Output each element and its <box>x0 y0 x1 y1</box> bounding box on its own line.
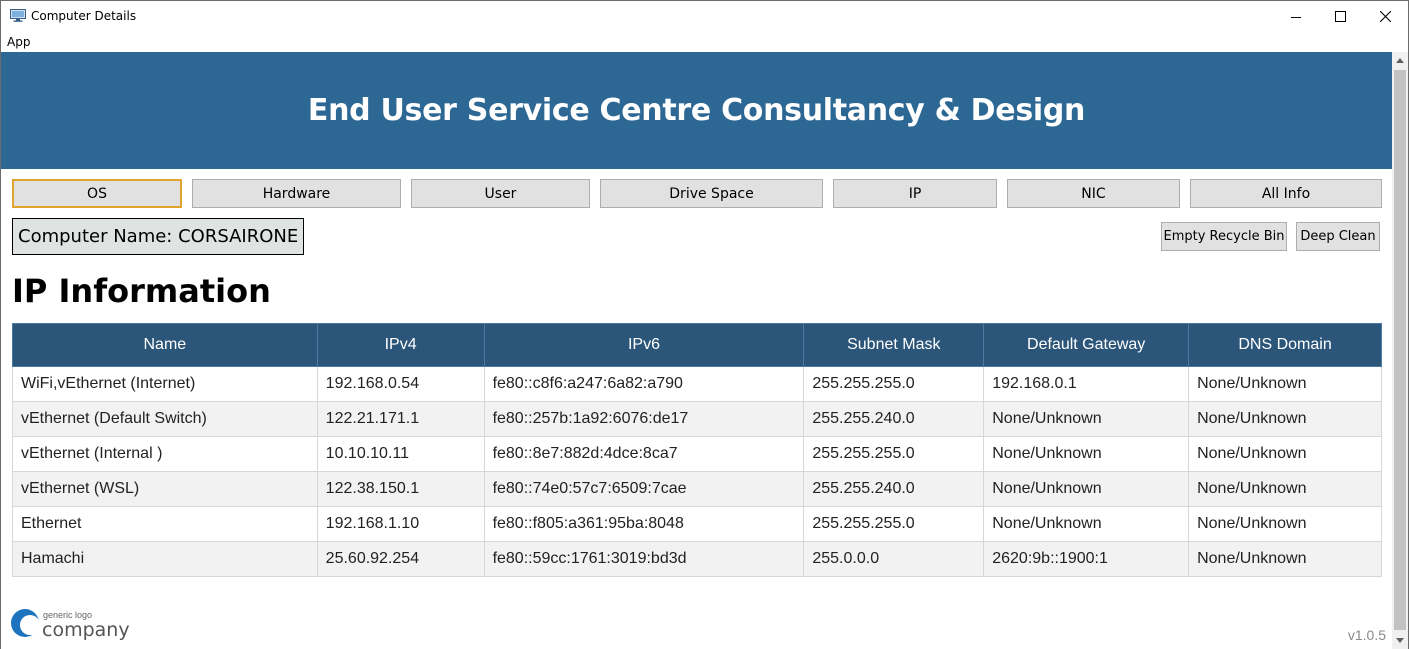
cell-subnet-mask: 255.255.240.0 <box>803 401 985 437</box>
tab-ip[interactable]: IP <box>833 179 997 208</box>
cell-ipv4: 122.21.171.1 <box>316 401 485 437</box>
minimize-button[interactable] <box>1273 1 1319 32</box>
window-title: Computer Details <box>31 9 137 23</box>
cell-ipv6: fe80::74e0:57c7:6509:7cae <box>483 471 805 507</box>
menu-bar: App <box>1 32 1408 52</box>
vertical-scrollbar[interactable] <box>1392 52 1408 649</box>
cell-dns-domain: None/Unknown <box>1188 506 1382 542</box>
header-banner: End User Service Centre Consultancy & De… <box>1 52 1392 169</box>
computer-app-icon <box>10 9 26 22</box>
title-bar[interactable]: Computer Details <box>1 1 1408 32</box>
column-header-dns-domain[interactable]: DNS Domain <box>1188 323 1382 367</box>
scroll-down-button[interactable] <box>1392 632 1408 649</box>
tab-user[interactable]: User <box>411 179 590 208</box>
table-row[interactable]: Ethernet 192.168.1.10 fe80::f805:a361:95… <box>12 506 1382 542</box>
cell-subnet-mask: 255.255.255.0 <box>803 366 985 402</box>
cell-ipv6: fe80::f805:a361:95ba:8048 <box>483 506 805 542</box>
ip-info-table: Name IPv4 IPv6 Subnet Mask Default Gatew… <box>12 323 1382 577</box>
maximize-button[interactable] <box>1317 1 1363 32</box>
table-row[interactable]: Hamachi 25.60.92.254 fe80::59cc:1761:301… <box>12 541 1382 577</box>
column-header-default-gateway[interactable]: Default Gateway <box>983 323 1190 367</box>
scroll-up-arrow-icon <box>1396 58 1404 63</box>
cell-name: vEthernet (Default Switch) <box>12 401 318 437</box>
tab-hardware[interactable]: Hardware <box>192 179 401 208</box>
cell-name: WiFi,vEthernet (Internet) <box>12 366 318 402</box>
empty-recycle-bin-button[interactable]: Empty Recycle Bin <box>1161 222 1287 251</box>
close-button[interactable] <box>1362 1 1408 32</box>
table-header-row: Name IPv4 IPv6 Subnet Mask Default Gatew… <box>12 323 1382 367</box>
cell-ipv6: fe80::257b:1a92:6076:de17 <box>483 401 805 437</box>
table-row[interactable]: vEthernet (Default Switch) 122.21.171.1 … <box>12 401 1382 437</box>
cell-dns-domain: None/Unknown <box>1188 366 1382 402</box>
cell-default-gateway: None/Unknown <box>983 471 1190 507</box>
cell-subnet-mask: 255.255.255.0 <box>803 436 985 472</box>
cell-subnet-mask: 255.255.255.0 <box>803 506 985 542</box>
tab-nic[interactable]: NIC <box>1007 179 1180 208</box>
column-header-name[interactable]: Name <box>12 323 318 367</box>
cell-ipv4: 122.38.150.1 <box>316 471 485 507</box>
cell-ipv4: 10.10.10.11 <box>316 436 485 472</box>
cell-ipv4: 25.60.92.254 <box>316 541 485 577</box>
cell-default-gateway: 192.168.0.1 <box>983 366 1190 402</box>
table-row[interactable]: vEthernet (WSL) 122.38.150.1 fe80::74e0:… <box>12 471 1382 507</box>
main-content: End User Service Centre Consultancy & De… <box>1 52 1392 649</box>
cell-name: Ethernet <box>12 506 318 542</box>
tab-os[interactable]: OS <box>12 179 182 208</box>
scroll-up-button[interactable] <box>1392 52 1408 69</box>
minimize-icon <box>1291 16 1301 18</box>
cell-dns-domain: None/Unknown <box>1188 401 1382 437</box>
maximize-icon <box>1334 11 1346 22</box>
company-logo: generic logo company <box>11 609 130 640</box>
cell-default-gateway: 2620:9b::1900:1 <box>983 541 1190 577</box>
version-label: v1.0.5 <box>1347 627 1386 643</box>
cell-dns-domain: None/Unknown <box>1188 541 1382 577</box>
cell-ipv4: 192.168.0.54 <box>316 366 485 402</box>
cell-default-gateway: None/Unknown <box>983 401 1190 437</box>
tab-all-info[interactable]: All Info <box>1190 179 1382 208</box>
table-row[interactable]: vEthernet (Internal ) 10.10.10.11 fe80::… <box>12 436 1382 472</box>
banner-title: End User Service Centre Consultancy & De… <box>307 93 1086 128</box>
column-header-subnet-mask[interactable]: Subnet Mask <box>803 323 985 367</box>
cell-ipv6: fe80::c8f6:a247:6a82:a790 <box>483 366 805 402</box>
cell-dns-domain: None/Unknown <box>1188 471 1382 507</box>
tab-drive-space[interactable]: Drive Space <box>600 179 823 208</box>
close-icon <box>1379 11 1391 22</box>
cell-ipv6: fe80::59cc:1761:3019:bd3d <box>483 541 805 577</box>
menu-item-app[interactable]: App <box>7 35 30 49</box>
deep-clean-button[interactable]: Deep Clean <box>1296 222 1380 251</box>
scroll-down-arrow-icon <box>1396 638 1404 643</box>
column-header-ipv4[interactable]: IPv4 <box>316 323 485 367</box>
cell-ipv4: 192.168.1.10 <box>316 506 485 542</box>
computer-name-label: Computer Name: CORSAIRONE <box>12 218 305 255</box>
cell-name: Hamachi <box>12 541 318 577</box>
cell-default-gateway: None/Unknown <box>983 506 1190 542</box>
cell-subnet-mask: 255.0.0.0 <box>803 541 985 577</box>
cell-subnet-mask: 255.255.240.0 <box>803 471 985 507</box>
cell-ipv6: fe80::8e7:882d:4dce:8ca7 <box>483 436 805 472</box>
cell-dns-domain: None/Unknown <box>1188 436 1382 472</box>
section-title: IP Information <box>12 272 271 310</box>
cell-name: vEthernet (Internal ) <box>12 436 318 472</box>
table-row[interactable]: WiFi,vEthernet (Internet) 192.168.0.54 f… <box>12 366 1382 402</box>
cell-default-gateway: None/Unknown <box>983 436 1190 472</box>
cell-name: vEthernet (WSL) <box>12 471 318 507</box>
app-window: Computer Details App End User Service Ce… <box>0 0 1409 649</box>
scroll-thumb[interactable] <box>1394 70 1406 630</box>
column-header-ipv6[interactable]: IPv6 <box>483 323 805 367</box>
logo-large-text: company <box>42 619 130 640</box>
